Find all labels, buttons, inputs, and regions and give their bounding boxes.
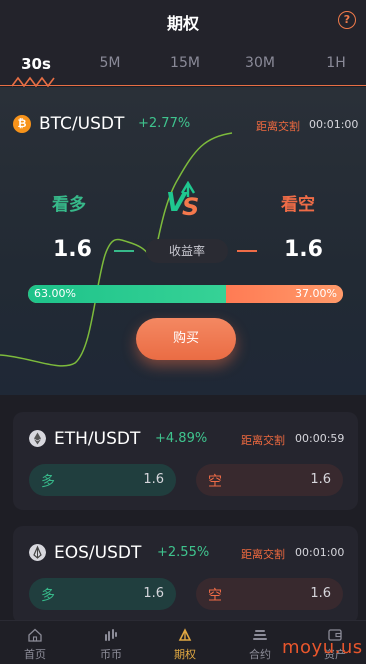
- nav-home[interactable]: 首页: [5, 627, 65, 662]
- tab-15m[interactable]: 15M: [155, 55, 215, 71]
- home-icon: [28, 628, 42, 642]
- long-label: 多: [41, 588, 55, 604]
- contract-icon: [253, 630, 267, 640]
- pair-name: BTC/USDT: [39, 114, 125, 134]
- short-rate: 1.6: [310, 586, 331, 601]
- tab-30s[interactable]: 30s: [6, 55, 66, 73]
- pair-name: EOS/USDT: [54, 543, 142, 563]
- eos-option-card[interactable]: EOS/USDT +2.55% 距离交割 00:01:00 多 1.6 空 1.…: [13, 526, 358, 624]
- btc-option-panel: ₿ BTC/USDT +2.77% 距离交割 00:01:00 看多 V S 看…: [0, 87, 366, 395]
- long-button[interactable]: 多 1.6: [29, 578, 176, 610]
- nav-options[interactable]: 期权: [155, 627, 215, 662]
- change-percent: +4.89%: [155, 431, 208, 446]
- nav-contract[interactable]: 合约: [230, 627, 290, 662]
- bull-label: 看多: [52, 195, 86, 215]
- nav-coin-trade-label: 币币: [100, 648, 122, 661]
- coin-trade-icon: [105, 629, 117, 641]
- bear-rate: 1.6: [284, 237, 323, 262]
- bear-label: 看空: [281, 195, 315, 215]
- countdown-time: 00:01:00: [309, 118, 359, 131]
- svg-text:S: S: [182, 193, 199, 221]
- yield-label: 收益率: [146, 239, 228, 263]
- bull-bear-ratio-bar: 63.00% 37.00%: [28, 285, 343, 303]
- long-rate: 1.6: [143, 586, 164, 601]
- nav-options-label: 期权: [174, 648, 196, 661]
- bull-rate: 1.6: [53, 237, 92, 262]
- nav-contract-label: 合约: [249, 648, 271, 661]
- tab-1h[interactable]: 1H: [306, 55, 366, 71]
- bear-dash: [237, 250, 257, 252]
- short-rate: 1.6: [310, 472, 331, 487]
- help-icon[interactable]: ?: [338, 11, 356, 29]
- eos-icon: [29, 544, 46, 561]
- long-label: 多: [41, 474, 55, 490]
- eth-option-card[interactable]: ETH/USDT +4.89% 距离交割 00:00:59 多 1.6 空 1.…: [13, 412, 358, 510]
- tab-5m[interactable]: 5M: [80, 55, 140, 71]
- short-button[interactable]: 空 1.6: [196, 464, 343, 496]
- countdown-time: 00:00:59: [295, 432, 345, 445]
- long-button[interactable]: 多 1.6: [29, 464, 176, 496]
- change-percent: +2.77%: [138, 116, 191, 131]
- active-tab-indicator: [12, 76, 55, 88]
- options-icon: [178, 628, 192, 641]
- short-label: 空: [208, 588, 222, 604]
- countdown-label: 距离交割: [241, 548, 285, 561]
- nav-home-label: 首页: [24, 648, 46, 661]
- long-rate: 1.6: [143, 472, 164, 487]
- countdown-label: 距离交割: [256, 120, 300, 133]
- change-percent: +2.55%: [157, 545, 210, 560]
- bull-dash: [114, 250, 134, 252]
- short-button[interactable]: 空 1.6: [196, 578, 343, 610]
- countdown-label: 距离交割: [241, 434, 285, 447]
- bear-ratio-text: 37.00%: [295, 287, 337, 300]
- buy-button[interactable]: 购买: [136, 318, 236, 360]
- countdown-time: 00:01:00: [295, 546, 345, 559]
- vs-icon: V S: [166, 181, 199, 221]
- bitcoin-icon: ₿: [13, 115, 31, 133]
- pair-name: ETH/USDT: [54, 429, 141, 449]
- nav-coin-trade[interactable]: 币币: [81, 627, 141, 662]
- tab-30m[interactable]: 30M: [230, 55, 290, 71]
- ethereum-icon: [29, 430, 46, 447]
- header: 期权 ?: [0, 0, 366, 42]
- short-label: 空: [208, 474, 222, 490]
- watermark: moyu.us: [282, 637, 363, 658]
- page-title: 期权: [166, 14, 199, 33]
- bull-ratio-text: 63.00%: [34, 287, 76, 300]
